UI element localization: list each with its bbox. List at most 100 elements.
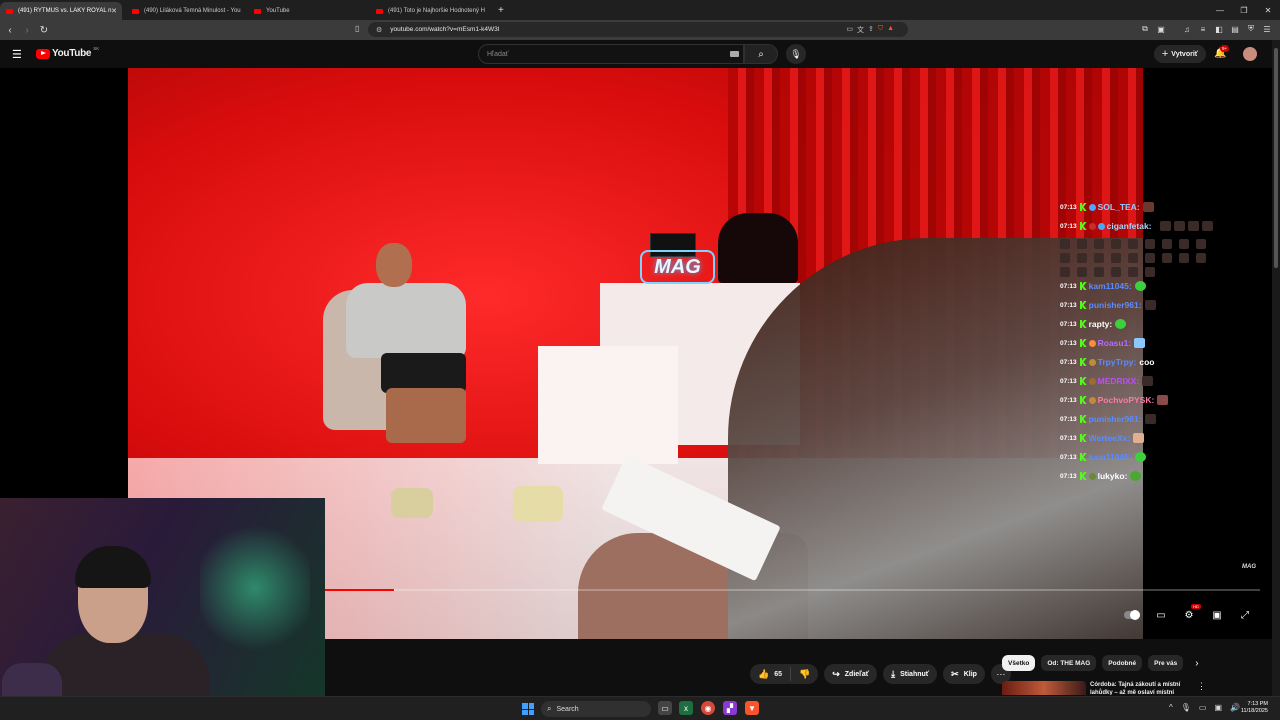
close-tab-icon[interactable]: ✕ xyxy=(111,7,117,15)
avatar[interactable] xyxy=(1243,47,1257,61)
download-button[interactable]: ⤓ Stiahnuť xyxy=(883,664,938,684)
volume-icon[interactable]: 🔊 xyxy=(1230,703,1240,712)
task-view-icon[interactable]: ▭ xyxy=(658,701,672,715)
address-bar[interactable]: ⚙ youtube.com/watch?v=mEsm1-k4W3I ▭ 文 ⇪ … xyxy=(368,22,908,37)
emote-icon xyxy=(1142,202,1154,212)
emote-icon xyxy=(1130,471,1142,481)
split-view-icon[interactable]: ◧ xyxy=(1214,23,1224,35)
theater-mode-icon[interactable]: ▣ xyxy=(1208,608,1226,622)
more-vert-icon[interactable]: ⋮ xyxy=(1197,681,1206,692)
windows-start-icon[interactable] xyxy=(522,703,534,715)
chip-all[interactable]: Všetko xyxy=(1002,655,1036,671)
menu-icon[interactable]: ☰ xyxy=(1262,23,1272,35)
chevron-up-icon[interactable]: ^ xyxy=(1169,703,1173,712)
new-tab-button[interactable]: + xyxy=(498,5,504,16)
cast-icon[interactable]: ▭ xyxy=(846,25,853,35)
bookmark-icon[interactable]: ▯ xyxy=(355,24,359,33)
chrome-icon[interactable]: ◉ xyxy=(701,701,715,715)
taskbar-search[interactable]: ⌕ Search xyxy=(541,701,651,717)
tab-0[interactable]: (491) RYTMUS vs. LAKY ROYAL n ✕ xyxy=(0,2,122,20)
recommended-video[interactable]: Córdoba: Tajná zákoutí a místní lahůdky … xyxy=(1002,681,1272,695)
share-button[interactable]: ↪ Zdieľať xyxy=(824,664,878,684)
search-button[interactable]: ⌕ xyxy=(744,44,778,64)
sidebar-icon[interactable]: ▣ xyxy=(1156,23,1166,35)
minimize-icon[interactable]: — xyxy=(1208,0,1232,20)
keyboard-icon[interactable] xyxy=(730,51,739,57)
create-button[interactable]: + Vytvoriť xyxy=(1154,45,1206,63)
subtitles-icon[interactable]: ▭ xyxy=(1152,608,1170,622)
wallet-icon[interactable]: ▤ xyxy=(1230,23,1240,35)
back-icon[interactable]: ‹ xyxy=(3,23,17,37)
tab-2[interactable]: YouTube xyxy=(248,2,370,20)
reload-icon[interactable]: ↻ xyxy=(37,23,51,37)
brave-icon[interactable]: ▼ xyxy=(745,701,759,715)
video-thumbnail[interactable] xyxy=(1002,681,1086,695)
chat-time: 07:13 xyxy=(1060,453,1077,461)
kick-badge-icon xyxy=(1079,339,1087,347)
chat-message: 07:13 WerteeXx: xyxy=(1060,433,1145,443)
autoplay-toggle[interactable] xyxy=(1124,610,1140,620)
mic-tray-icon[interactable]: 🎙 xyxy=(1181,703,1191,712)
progress-bar[interactable] xyxy=(325,589,1260,591)
chat-colon: : xyxy=(1148,221,1152,231)
chevron-right-icon[interactable]: › xyxy=(1195,658,1198,669)
brave-shield-icon[interactable]: ⛉ xyxy=(878,25,883,35)
chat-text: coo xyxy=(1139,357,1155,367)
chat-message: 07:13 kam11045: xyxy=(1060,452,1146,462)
settings-icon[interactable]: ⚙ xyxy=(1180,608,1198,622)
translate-icon[interactable]: 文 xyxy=(857,25,864,35)
tab-1[interactable]: (490) Liláková Temná Minulost - You xyxy=(126,2,248,20)
page-scrollbar[interactable] xyxy=(1272,40,1280,696)
recommended-title[interactable]: Córdoba: Tajná zákoutí a místní lahůdky … xyxy=(1090,681,1190,695)
chat-colon: : xyxy=(1138,414,1142,424)
hd-badge: HD xyxy=(1191,604,1201,609)
system-tray: ^ 🎙 ▭ ▣ 🔊 xyxy=(1169,703,1240,712)
display-icon[interactable]: ▣ xyxy=(1214,703,1222,712)
chip-for-you[interactable]: Pre vás xyxy=(1148,655,1184,671)
youtube-favicon-icon xyxy=(254,8,261,14)
chat-message: 07:13 kam11045: xyxy=(1060,281,1146,291)
emote-row xyxy=(1060,267,1155,277)
scrollbar-thumb[interactable] xyxy=(1274,48,1278,268)
tab-title: (490) Liláková Temná Minulost - You xyxy=(144,8,241,14)
channel-watermark[interactable]: MAG xyxy=(1242,564,1256,570)
maximize-icon[interactable]: ❐ xyxy=(1232,0,1256,20)
chat-colon: : xyxy=(1128,338,1132,348)
share-icon[interactable]: ⇪ xyxy=(868,25,874,35)
network-icon[interactable]: ▭ xyxy=(1199,703,1207,712)
music-icon[interactable]: ♫ xyxy=(1182,23,1192,35)
emote-icon xyxy=(1201,221,1213,231)
guide-menu-icon[interactable]: ☰ xyxy=(12,48,22,61)
rewards-icon[interactable]: ▲ xyxy=(887,25,894,35)
extensions-icon[interactable]: ⧉ xyxy=(1140,23,1150,35)
dislike-button[interactable]: 👎 xyxy=(791,669,818,680)
youtube-logo[interactable]: YouTube SK xyxy=(36,46,99,59)
tab-3[interactable]: (491) Toto je Najhoršie Hodnotený H xyxy=(370,2,492,20)
tab-title: (491) RYTMUS vs. LAKY ROYAL n xyxy=(18,8,112,14)
guest-shorts xyxy=(381,353,466,393)
window-controls: — ❐ ✕ xyxy=(1208,0,1280,20)
taskbar-clock[interactable]: 7:13 PM 11/18/2025 xyxy=(1241,701,1268,715)
chip-related[interactable]: Podobné xyxy=(1102,655,1143,671)
fullscreen-icon[interactable]: ⤢ xyxy=(1236,608,1254,622)
chat-time: 07:13 xyxy=(1060,320,1077,328)
excel-icon[interactable]: x xyxy=(679,701,693,715)
vpn-icon[interactable]: ⛨ xyxy=(1246,23,1256,35)
chip-from-channel[interactable]: Od: THE MAG xyxy=(1041,655,1097,671)
like-button[interactable]: 👍 65 xyxy=(750,667,792,681)
forward-icon[interactable]: › xyxy=(20,23,34,37)
share-label: Zdieľať xyxy=(844,670,870,678)
recommendation-chips: Všetko Od: THE MAG Podobné Pre vás › xyxy=(1002,655,1199,671)
kick-badge-icon xyxy=(1079,358,1087,366)
chat-message: 07:13 MEDRIXX: xyxy=(1060,376,1154,386)
clip-button[interactable]: ✂ Klip xyxy=(943,664,985,684)
playlist-icon[interactable]: ≡ xyxy=(1198,23,1208,35)
site-info-icon[interactable]: ⚙ xyxy=(376,26,382,34)
search-input[interactable]: Hľadať xyxy=(478,44,744,64)
chat-message: 07:13 punisher961: xyxy=(1060,414,1156,424)
close-window-icon[interactable]: ✕ xyxy=(1256,0,1280,20)
voice-search-button[interactable]: 🎙 xyxy=(786,44,806,64)
twitch-icon[interactable]: ▞ xyxy=(723,701,737,715)
chat-colon: : xyxy=(1124,471,1128,481)
sneaker xyxy=(513,486,563,522)
